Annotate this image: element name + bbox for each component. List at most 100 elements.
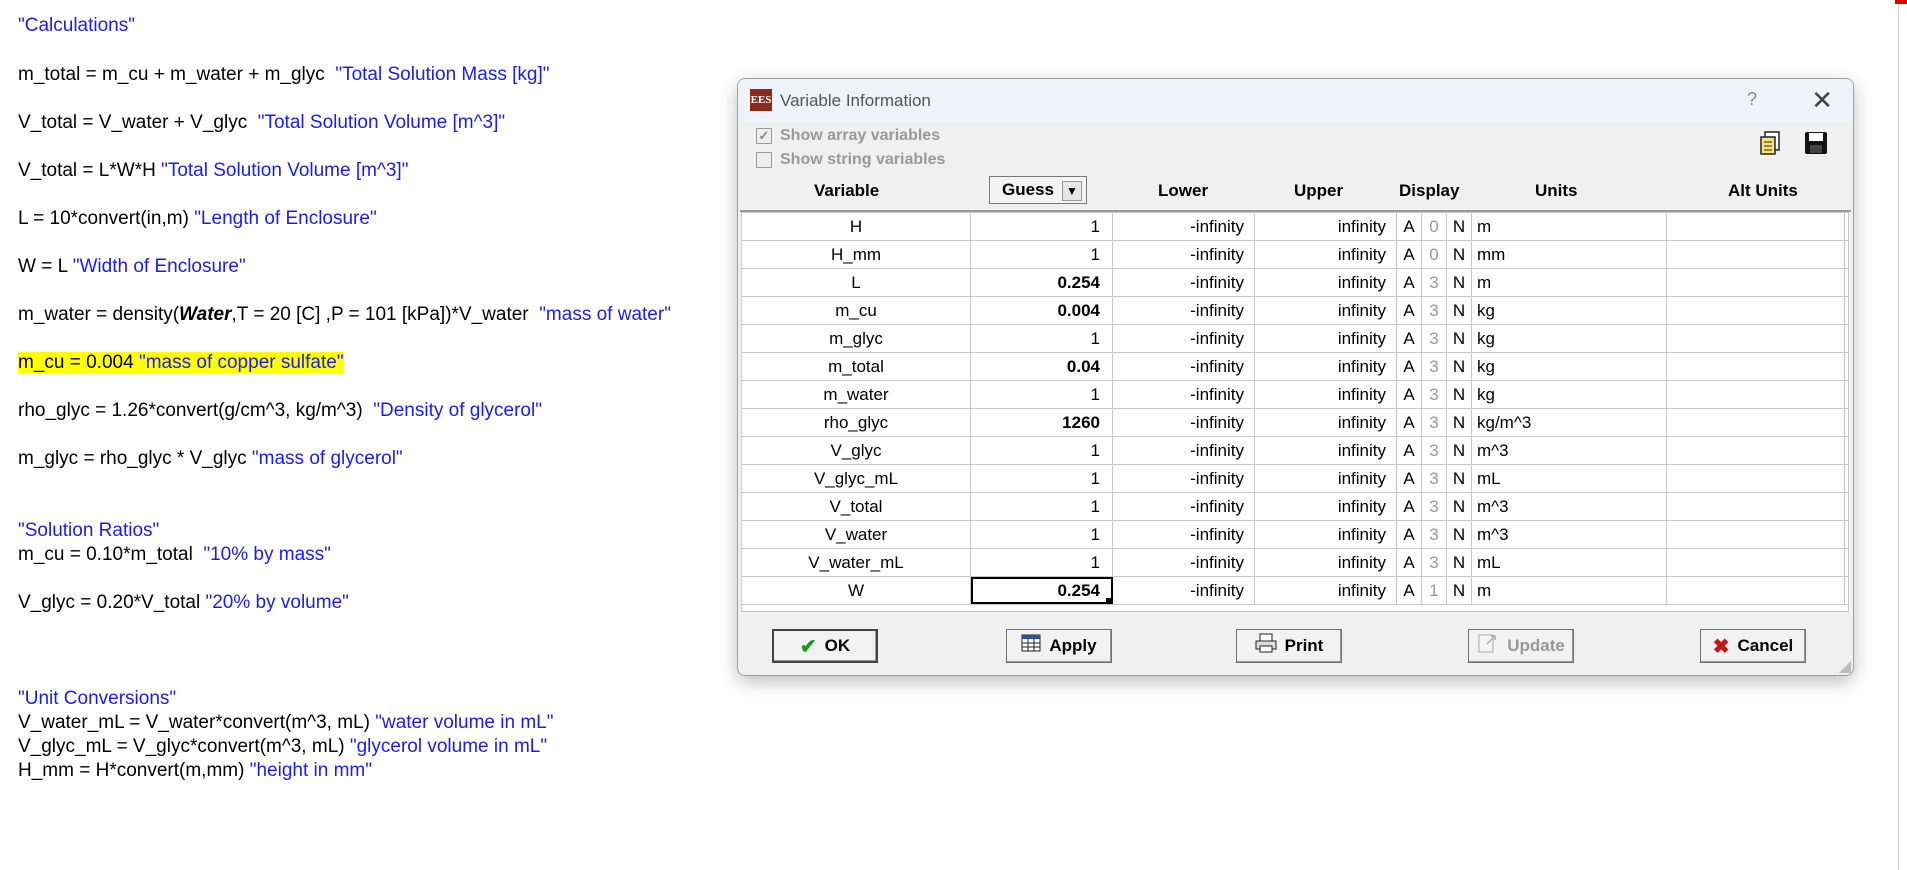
variable-name-cell[interactable]: m_water <box>742 381 971 408</box>
table-row[interactable]: H_mm 1 -infinity infinity A 0 Nmm <box>742 241 1848 269</box>
equation-line[interactable]: V_total = V_water + V_glyc "Total Soluti… <box>18 111 505 135</box>
units-cell[interactable]: kg/m^3 <box>1472 409 1667 436</box>
equation-line[interactable]: V_glyc = 0.20*V_total "20% by volume" <box>18 591 349 615</box>
equation-line[interactable]: m_water = density(Water,T = 20 [C] ,P = … <box>18 303 671 327</box>
display-format-cell[interactable]: A <box>1397 521 1422 548</box>
ok-button[interactable]: ✔ OK <box>772 629 878 663</box>
guess-cell[interactable]: 1 <box>971 241 1113 268</box>
variable-name-cell[interactable]: L <box>742 269 971 296</box>
equation-line[interactable]: H_mm = H*convert(m,mm) "height in mm" <box>18 759 372 783</box>
alt-units-cell[interactable] <box>1667 465 1845 492</box>
upper-bound-cell[interactable]: infinity <box>1255 297 1397 324</box>
alt-units-cell[interactable] <box>1667 325 1845 352</box>
equation-line[interactable]: m_glyc = rho_glyc * V_glyc "mass of glyc… <box>18 447 403 471</box>
units-cell[interactable]: m^3 <box>1472 437 1667 464</box>
display-digits-cell[interactable]: 3 <box>1422 297 1447 324</box>
alt-units-cell[interactable] <box>1667 381 1845 408</box>
display-style-cell[interactable]: N <box>1447 325 1472 352</box>
display-style-cell[interactable]: N <box>1447 493 1472 520</box>
guess-cell[interactable]: 1 <box>971 213 1113 240</box>
display-style-cell[interactable]: N <box>1447 297 1472 324</box>
guess-cell[interactable]: 1 <box>971 437 1113 464</box>
table-row[interactable]: m_glyc 1 -infinity infinity A 3 Nkg <box>742 325 1848 353</box>
equation-line[interactable]: V_total = L*W*H "Total Solution Volume [… <box>18 159 408 183</box>
upper-bound-cell[interactable]: infinity <box>1255 353 1397 380</box>
lower-bound-cell[interactable]: -infinity <box>1113 493 1255 520</box>
table-row[interactable]: L 0.254 -infinity infinity A 3 Nm <box>742 269 1848 297</box>
upper-bound-cell[interactable]: infinity <box>1255 325 1397 352</box>
display-format-cell[interactable]: A <box>1397 269 1422 296</box>
table-row[interactable]: H 1 -infinity infinity A 0 Nm <box>742 213 1848 241</box>
upper-bound-cell[interactable]: infinity <box>1255 549 1397 576</box>
equation-line[interactable]: "Unit Conversions" <box>18 687 176 711</box>
table-row[interactable]: V_glyc 1 -infinity infinity A 3 Nm^3 <box>742 437 1848 465</box>
alt-units-cell[interactable] <box>1667 269 1845 296</box>
guess-cell[interactable]: 1 <box>971 325 1113 352</box>
variable-name-cell[interactable]: m_glyc <box>742 325 971 352</box>
lower-bound-cell[interactable]: -infinity <box>1113 577 1255 604</box>
display-style-cell[interactable]: N <box>1447 409 1472 436</box>
lower-bound-cell[interactable]: -infinity <box>1113 297 1255 324</box>
lower-bound-cell[interactable]: -infinity <box>1113 409 1255 436</box>
copy-icon[interactable] <box>1756 129 1786 159</box>
alt-units-cell[interactable] <box>1667 549 1845 576</box>
table-row[interactable]: V_total 1 -infinity infinity A 3 Nm^3 <box>742 493 1848 521</box>
guess-cell[interactable]: 0.04 <box>971 353 1113 380</box>
table-row[interactable]: m_cu 0.004 -infinity infinity A 3 Nkg <box>742 297 1848 325</box>
display-format-cell[interactable]: A <box>1397 577 1422 604</box>
variable-name-cell[interactable]: V_total <box>742 493 971 520</box>
upper-bound-cell[interactable]: infinity <box>1255 521 1397 548</box>
variable-name-cell[interactable]: V_water_mL <box>742 549 971 576</box>
table-row[interactable]: V_water 1 -infinity infinity A 3 Nm^3 <box>742 521 1848 549</box>
lower-bound-cell[interactable]: -infinity <box>1113 325 1255 352</box>
table-row[interactable]: m_water 1 -infinity infinity A 3 Nkg <box>742 381 1848 409</box>
guess-cell[interactable]: 0.004 <box>971 297 1113 324</box>
equation-line[interactable]: V_glyc_mL = V_glyc*convert(m^3, mL) "gly… <box>18 735 547 759</box>
display-format-cell[interactable]: A <box>1397 297 1422 324</box>
units-cell[interactable]: m^3 <box>1472 493 1667 520</box>
variable-name-cell[interactable]: V_water <box>742 521 971 548</box>
display-style-cell[interactable]: N <box>1447 353 1472 380</box>
equation-line[interactable]: m_cu = 0.10*m_total "10% by mass" <box>18 543 331 567</box>
units-cell[interactable]: kg <box>1472 297 1667 324</box>
help-button[interactable]: ? <box>1747 89 1757 110</box>
units-cell[interactable]: mL <box>1472 465 1667 492</box>
display-digits-cell[interactable]: 0 <box>1422 241 1447 268</box>
lower-bound-cell[interactable]: -infinity <box>1113 549 1255 576</box>
units-cell[interactable]: kg <box>1472 381 1667 408</box>
display-digits-cell[interactable]: 3 <box>1422 381 1447 408</box>
upper-bound-cell[interactable]: infinity <box>1255 241 1397 268</box>
upper-bound-cell[interactable]: infinity <box>1255 213 1397 240</box>
guess-cell[interactable]: 0.254 <box>971 269 1113 296</box>
lower-bound-cell[interactable]: -infinity <box>1113 381 1255 408</box>
show-string-variables-checkbox[interactable]: Show string variables <box>756 151 945 169</box>
display-digits-cell[interactable]: 3 <box>1422 437 1447 464</box>
lower-bound-cell[interactable]: -infinity <box>1113 465 1255 492</box>
upper-bound-cell[interactable]: infinity <box>1255 493 1397 520</box>
alt-units-cell[interactable] <box>1667 437 1845 464</box>
lower-bound-cell[interactable]: -infinity <box>1113 521 1255 548</box>
alt-units-cell[interactable] <box>1667 213 1845 240</box>
cancel-button[interactable]: ✖ Cancel <box>1700 629 1806 663</box>
print-button[interactable]: Print <box>1236 629 1342 663</box>
units-cell[interactable]: mm <box>1472 241 1667 268</box>
display-format-cell[interactable]: A <box>1397 325 1422 352</box>
equation-line[interactable]: rho_glyc = 1.26*convert(g/cm^3, kg/m^3) … <box>18 399 542 423</box>
display-digits-cell[interactable]: 1 <box>1422 577 1447 604</box>
upper-bound-cell[interactable]: infinity <box>1255 465 1397 492</box>
equation-line[interactable]: "Calculations" <box>18 14 135 38</box>
display-style-cell[interactable]: N <box>1447 381 1472 408</box>
close-icon[interactable]: ✕ <box>1811 85 1833 115</box>
equation-line[interactable]: V_water_mL = V_water*convert(m^3, mL) "w… <box>18 711 553 735</box>
upper-bound-cell[interactable]: infinity <box>1255 269 1397 296</box>
guess-cell[interactable]: 1 <box>971 521 1113 548</box>
upper-bound-cell[interactable]: infinity <box>1255 409 1397 436</box>
variable-name-cell[interactable]: H <box>742 213 971 240</box>
display-format-cell[interactable]: A <box>1397 437 1422 464</box>
alt-units-cell[interactable] <box>1667 521 1845 548</box>
display-style-cell[interactable]: N <box>1447 549 1472 576</box>
display-format-cell[interactable]: A <box>1397 213 1422 240</box>
alt-units-cell[interactable] <box>1667 297 1845 324</box>
lower-bound-cell[interactable]: -infinity <box>1113 437 1255 464</box>
guess-cell[interactable]: 0.254 <box>971 577 1113 604</box>
